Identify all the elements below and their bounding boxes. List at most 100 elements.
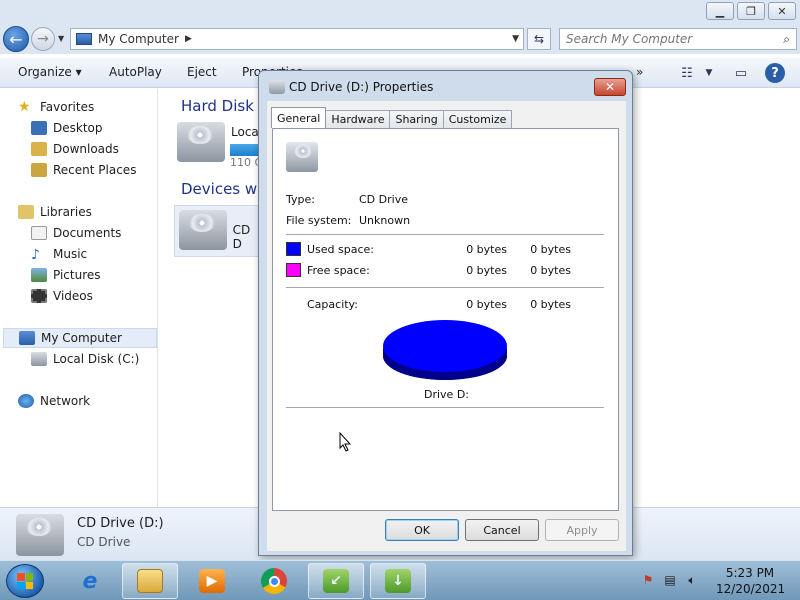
- minimize-button[interactable]: ▁: [706, 2, 734, 20]
- search-icon[interactable]: ⌕: [783, 32, 790, 47]
- nav-desktop[interactable]: Desktop: [31, 118, 103, 138]
- nav-pictures[interactable]: Pictures: [31, 265, 101, 285]
- taskbar-media-player[interactable]: ▶: [184, 563, 240, 599]
- nav-label: My Computer: [41, 331, 122, 345]
- more-commands-button[interactable]: »: [636, 65, 643, 79]
- mouse-cursor: [339, 432, 352, 452]
- nav-downloads[interactable]: Downloads: [31, 139, 119, 159]
- taskbar-app-1[interactable]: ↙: [308, 563, 364, 599]
- taskbar-clock[interactable]: 5:23 PM 12/20/2021: [716, 565, 786, 597]
- close-window-button[interactable]: ✕: [768, 2, 796, 20]
- nav-label: Documents: [53, 226, 122, 240]
- back-button[interactable]: ←: [3, 26, 29, 52]
- preview-pane-icon[interactable]: ▭: [730, 63, 752, 83]
- address-box[interactable]: My Computer ▶ ▼: [70, 28, 524, 50]
- used-space-swatch: [286, 242, 301, 256]
- pictures-icon: [31, 268, 47, 282]
- desktop-icon: [31, 121, 47, 135]
- search-input[interactable]: [560, 29, 760, 49]
- divider: [286, 407, 604, 408]
- action-center-flag-icon[interactable]: ⚑: [640, 572, 656, 588]
- nav-libraries[interactable]: Libraries: [18, 202, 92, 222]
- forward-button[interactable]: →: [31, 27, 55, 51]
- nav-videos[interactable]: Videos: [31, 286, 93, 306]
- nav-label: Videos: [53, 289, 93, 303]
- dialog-body: General Hardware Sharing Customize Type:…: [267, 101, 626, 551]
- search-box[interactable]: ⌕: [559, 28, 797, 50]
- tab-strip: General Hardware Sharing Customize: [271, 107, 513, 128]
- address-bar: ← → ▼ My Computer ▶ ▼ ⇆ ⌕: [0, 24, 800, 54]
- address-dropdown-icon[interactable]: ▼: [512, 34, 519, 44]
- nav-recent-places[interactable]: Recent Places: [31, 160, 136, 180]
- cd-drive-tile[interactable]: CD D: [174, 205, 264, 257]
- taskbar-app-2[interactable]: ↓: [370, 563, 426, 599]
- tab-sharing[interactable]: Sharing: [389, 110, 444, 128]
- general-tab-panel: Type: CD Drive File system: Unknown Used…: [272, 128, 619, 511]
- nav-documents[interactable]: Documents: [31, 223, 121, 243]
- network-status-icon[interactable]: ▤: [662, 572, 678, 588]
- view-dropdown-icon[interactable]: ▼: [698, 63, 720, 83]
- nav-my-computer[interactable]: My Computer: [3, 328, 157, 348]
- free-space-label: Free space:: [307, 264, 370, 277]
- nav-label: Pictures: [53, 268, 101, 282]
- eject-button[interactable]: Eject: [187, 65, 217, 79]
- nav-favorites[interactable]: ★ Favorites: [18, 97, 94, 117]
- used-space-bytes: 0 bytes: [466, 243, 507, 256]
- capacity-bytes: 0 bytes: [466, 298, 507, 311]
- removable-group-header[interactable]: Devices wit: [181, 180, 267, 198]
- computer-icon: [19, 331, 35, 345]
- computer-icon: [76, 33, 92, 45]
- nav-label: Downloads: [53, 142, 119, 156]
- tab-hardware[interactable]: Hardware: [325, 110, 391, 128]
- videos-icon: [31, 289, 47, 303]
- ok-button[interactable]: OK: [385, 519, 459, 541]
- taskbar-explorer[interactable]: [122, 563, 178, 599]
- autoplay-button[interactable]: AutoPlay: [109, 65, 162, 79]
- used-space-label: Used space:: [307, 243, 375, 256]
- cd-drive-icon: [286, 142, 318, 172]
- close-icon: ✕: [604, 80, 616, 94]
- nav-music[interactable]: ♪ Music: [31, 244, 87, 264]
- recent-places-icon: [31, 163, 47, 177]
- clock-date: 12/20/2021: [716, 582, 786, 596]
- address-location[interactable]: My Computer: [98, 32, 179, 46]
- volume-icon[interactable]: 🔈︎: [684, 572, 700, 588]
- change-view-icon[interactable]: ☷: [676, 63, 698, 83]
- maximize-button[interactable]: ❐: [737, 2, 765, 20]
- nav-local-disk[interactable]: Local Disk (C:): [31, 349, 139, 369]
- divider: [286, 287, 604, 288]
- type-label: Type:: [286, 193, 315, 206]
- help-icon[interactable]: ?: [765, 63, 785, 83]
- details-type: CD Drive: [77, 535, 131, 549]
- tab-general[interactable]: General: [271, 107, 327, 128]
- media-player-icon: ▶: [199, 569, 225, 593]
- folder-icon: [137, 569, 163, 593]
- pie-top-used: [383, 320, 507, 372]
- disk-usage-bar: [230, 144, 260, 156]
- recent-pages-dropdown[interactable]: ▼: [58, 34, 64, 43]
- documents-icon: [31, 226, 47, 240]
- taskbar-internet-explorer[interactable]: e: [62, 563, 118, 599]
- cd-drive-icon: [16, 514, 64, 556]
- type-value: CD Drive: [359, 193, 408, 206]
- details-name: CD Drive (D:): [77, 516, 164, 531]
- cd-drive-icon: [179, 210, 227, 250]
- hard-disk-icon: [31, 352, 47, 366]
- start-button[interactable]: [6, 564, 44, 598]
- green-arrow-app-icon: ↓: [385, 569, 411, 593]
- dialog-title: CD Drive (D:) Properties: [289, 80, 434, 94]
- network-icon: [18, 394, 34, 408]
- dialog-close-button[interactable]: ✕: [594, 78, 626, 96]
- disk-usage-pie: [383, 320, 507, 380]
- nav-label: Recent Places: [53, 163, 137, 177]
- chevron-right-icon[interactable]: ▶: [185, 34, 192, 44]
- star-icon: ★: [18, 99, 31, 115]
- taskbar-chrome[interactable]: [246, 563, 302, 599]
- tab-customize[interactable]: Customize: [442, 110, 513, 128]
- refresh-button[interactable]: ⇆: [527, 28, 551, 50]
- cancel-button[interactable]: Cancel: [465, 519, 539, 541]
- hard-disk-group-header[interactable]: Hard Disk D: [181, 97, 270, 115]
- nav-network[interactable]: Network: [18, 391, 90, 411]
- apply-button[interactable]: Apply: [545, 519, 619, 541]
- organize-menu[interactable]: Organize ▾: [18, 65, 82, 79]
